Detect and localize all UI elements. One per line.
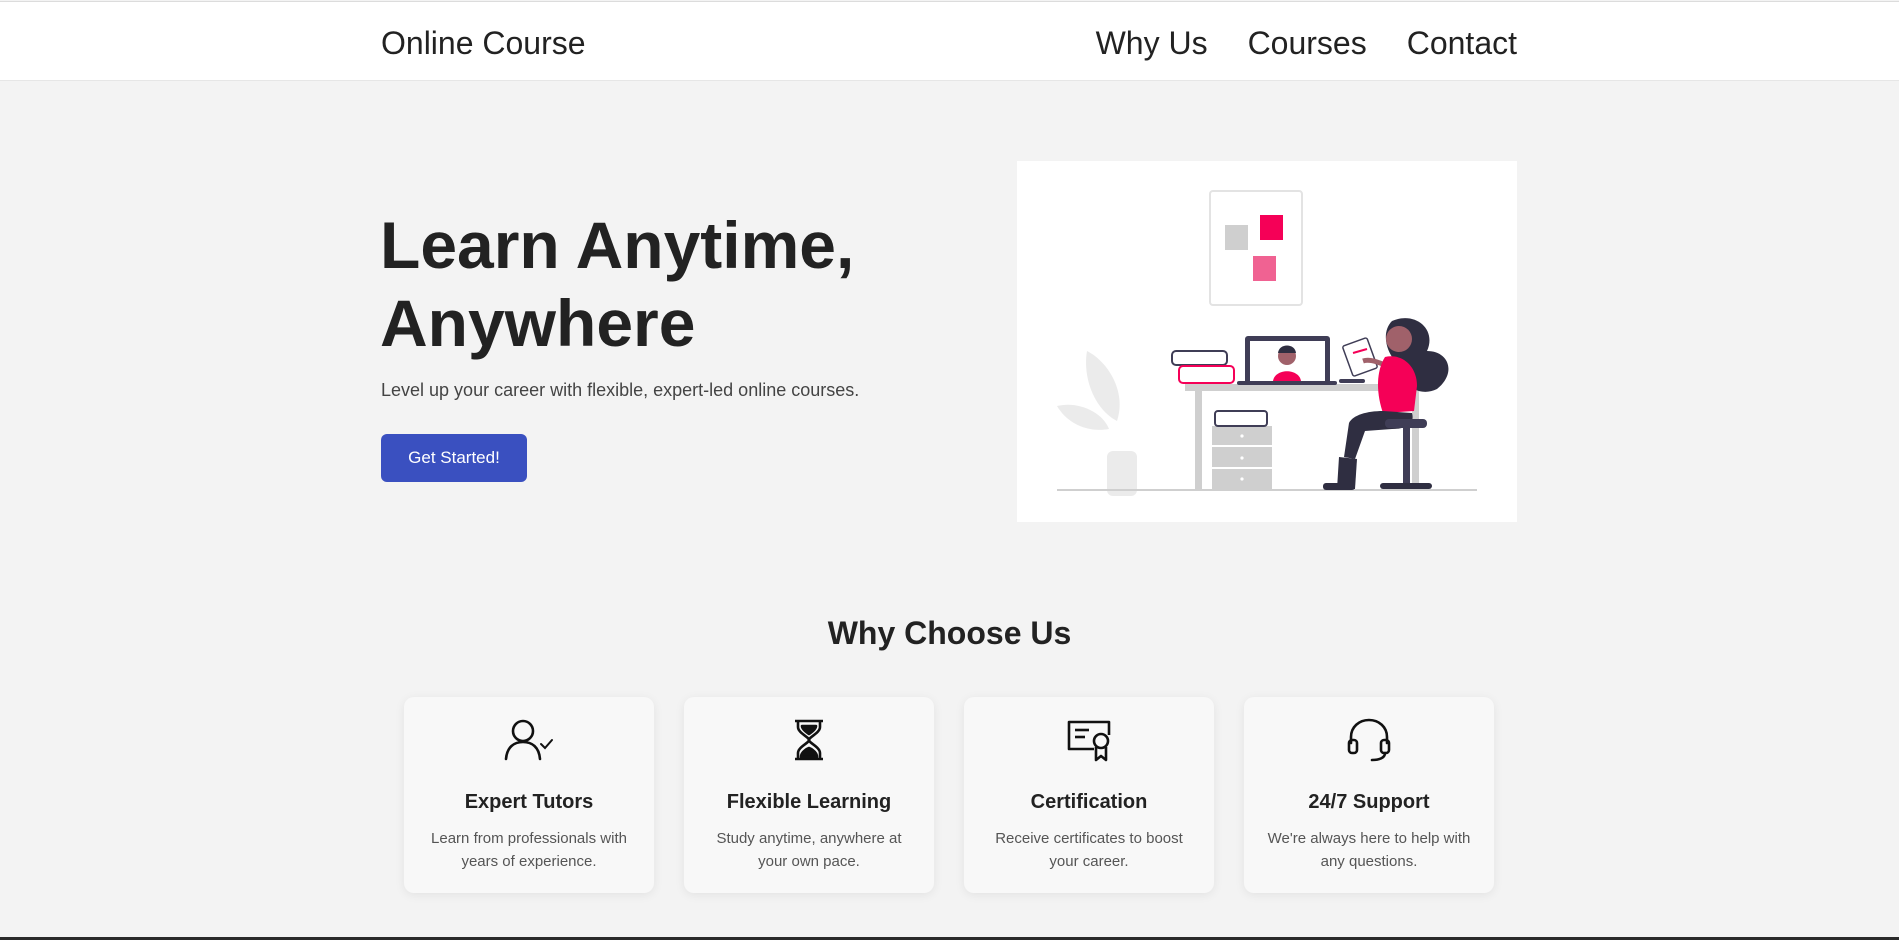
nav-link-why-us[interactable]: Why Us xyxy=(1096,24,1208,62)
feature-title: Flexible Learning xyxy=(726,791,892,813)
navbar: Online Course Why Us Courses Contact xyxy=(0,1,1899,81)
user-check-icon xyxy=(503,717,555,763)
section-title: Why Choose Us xyxy=(827,615,1072,651)
feature-card-support: 24/7 Support We're always here to help w… xyxy=(1244,697,1494,893)
feature-title: Certification xyxy=(1030,791,1148,813)
hero-title: Learn Anytime, Anywhere xyxy=(380,208,855,360)
feature-title: 24/7 Support xyxy=(1308,791,1430,813)
online-learning-illustration xyxy=(1017,161,1517,522)
feature-description: Learn from professionals with years of e… xyxy=(431,830,627,870)
nav-links: Why Us Courses Contact xyxy=(1096,24,1517,62)
feature-title: Expert Tutors xyxy=(464,791,594,813)
hourglass-icon xyxy=(783,717,835,763)
certificate-icon xyxy=(1063,717,1115,763)
brand-logo[interactable]: Online Course xyxy=(381,24,586,62)
feature-description: Receive certificates to boost your caree… xyxy=(995,830,1183,870)
feature-card-flexible-learning: Flexible Learning Study anytime, anywher… xyxy=(684,697,934,893)
nav-link-contact[interactable]: Contact xyxy=(1407,24,1517,62)
feature-description: Study anytime, anywhere at your own pace… xyxy=(716,830,902,870)
nav-link-courses[interactable]: Courses xyxy=(1248,24,1367,62)
feature-description: We're always here to help with any quest… xyxy=(1267,830,1471,870)
hero-subtitle: Level up your career with flexible, expe… xyxy=(381,380,860,400)
get-started-button[interactable]: Get Started! xyxy=(381,434,527,482)
feature-card-certification: Certification Receive certificates to bo… xyxy=(964,697,1214,893)
headset-icon xyxy=(1343,717,1395,763)
feature-cards: Expert Tutors Learn from professionals w… xyxy=(404,697,1494,893)
feature-card-expert-tutors: Expert Tutors Learn from professionals w… xyxy=(404,697,654,893)
